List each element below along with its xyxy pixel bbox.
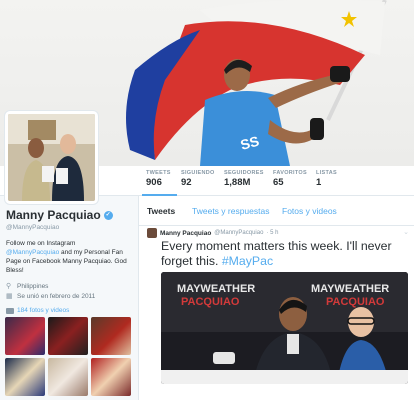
photo-thumbnail[interactable] — [48, 317, 88, 355]
tweet-hashtag[interactable]: #MayPac — [222, 254, 273, 268]
calendar-icon: ▦ — [6, 293, 13, 300]
timeline: Tweets Tweets y respuestas Fotos y video… — [138, 196, 414, 400]
tab-tweets-replies[interactable]: Tweets y respuestas — [192, 206, 269, 216]
stat-favorites[interactable]: FAVORITOS 65 — [273, 170, 307, 188]
tweet-media-photo[interactable]: MAYWEATHER PACQUIAO MAYWEATHER PACQUIAO — [161, 272, 408, 384]
photo-thumbnail[interactable] — [91, 358, 131, 396]
location-text: Philippines — [17, 283, 49, 290]
stat-label: LISTAS — [316, 170, 337, 176]
avatar-photo — [8, 114, 95, 201]
stat-value: 65 — [273, 177, 284, 188]
timeline-tabs: Tweets Tweets y respuestas Fotos y video… — [139, 196, 414, 226]
tweet-body: Every moment matters this week. I'll nev… — [161, 239, 392, 268]
profile-joined: ▦ Se unió en febrero de 2011 — [6, 292, 134, 301]
backdrop-word: MAYWEATHER — [177, 283, 255, 295]
stat-value: 1,88M — [224, 177, 251, 188]
camera-icon — [6, 307, 14, 314]
tweet-author-avatar[interactable] — [147, 228, 157, 238]
stat-value: 92 — [181, 177, 192, 188]
backdrop-word: PACQUIAO — [181, 296, 240, 308]
photo-thumbnail[interactable] — [5, 317, 45, 355]
press-conference-photo: MAYWEATHER PACQUIAO MAYWEATHER PACQUIAO — [161, 272, 408, 384]
photo-thumbnail[interactable] — [48, 358, 88, 396]
profile-location: ⚲ Philippines — [6, 282, 134, 291]
photo-thumbnail[interactable] — [5, 358, 45, 396]
stat-label: SIGUIENDO — [181, 170, 215, 176]
profile-name[interactable]: Manny Pacquiao — [6, 208, 101, 222]
photos-videos-link[interactable]: 184 fotos y videos — [6, 307, 69, 314]
profile-card: Manny Pacquiao ✓ @MannyPacquiao Follow m… — [6, 208, 134, 301]
profile-name-row: Manny Pacquiao ✓ — [6, 208, 134, 222]
photo-thumbnails-grid — [5, 317, 131, 396]
verified-badge-icon: ✓ — [103, 210, 113, 220]
stat-value: 906 — [146, 177, 162, 188]
tweet-header: Manny Pacquiao @MannyPacquiao · 5 h — [147, 228, 278, 238]
caret-down-icon[interactable]: ⌄ — [403, 228, 409, 236]
tweet-text: Every moment matters this week. I'll nev… — [161, 239, 409, 268]
profile-avatar[interactable] — [5, 111, 98, 204]
backdrop-word: PACQUIAO — [326, 296, 385, 308]
stat-value: 1 — [316, 177, 322, 188]
bio-text: Follow me on Instagram — [6, 240, 76, 247]
profile-bio: Follow me on Instagram @MannyPacquiao an… — [6, 239, 134, 275]
tweet-author-handle[interactable]: @MannyPacquiao — [214, 230, 263, 236]
photo-thumbnail[interactable] — [91, 317, 131, 355]
tweet-time[interactable]: · 5 h — [266, 230, 278, 236]
stat-label: SEGUIDORES — [224, 170, 264, 176]
tab-photos-videos[interactable]: Fotos y videos — [282, 206, 337, 216]
stat-lists[interactable]: LISTAS 1 — [316, 170, 337, 188]
profile-handle[interactable]: @MannyPacquiao — [6, 224, 134, 231]
stat-following[interactable]: SIGUIENDO 92 — [181, 170, 215, 188]
bio-link-instagram[interactable]: @MannyPacquiao — [6, 249, 59, 256]
tab-tweets[interactable]: Tweets — [147, 206, 175, 216]
stat-followers[interactable]: SEGUIDORES 1,88M — [224, 170, 264, 188]
stat-label: TWEETS — [146, 170, 171, 176]
profile-page: SS TWEETS 906 SIGUIENDO 92 SEGUIDORES 1,… — [0, 0, 414, 400]
backdrop-word: MAYWEATHER — [311, 283, 389, 295]
stat-tweets[interactable]: TWEETS 906 — [142, 170, 177, 196]
location-pin-icon: ⚲ — [6, 283, 12, 290]
stat-label: FAVORITOS — [273, 170, 307, 176]
photos-link-text: 184 fotos y videos — [17, 307, 70, 314]
tweet-author-name[interactable]: Manny Pacquiao — [160, 230, 211, 237]
joined-text: Se unió en febrero de 2011 — [17, 293, 96, 300]
